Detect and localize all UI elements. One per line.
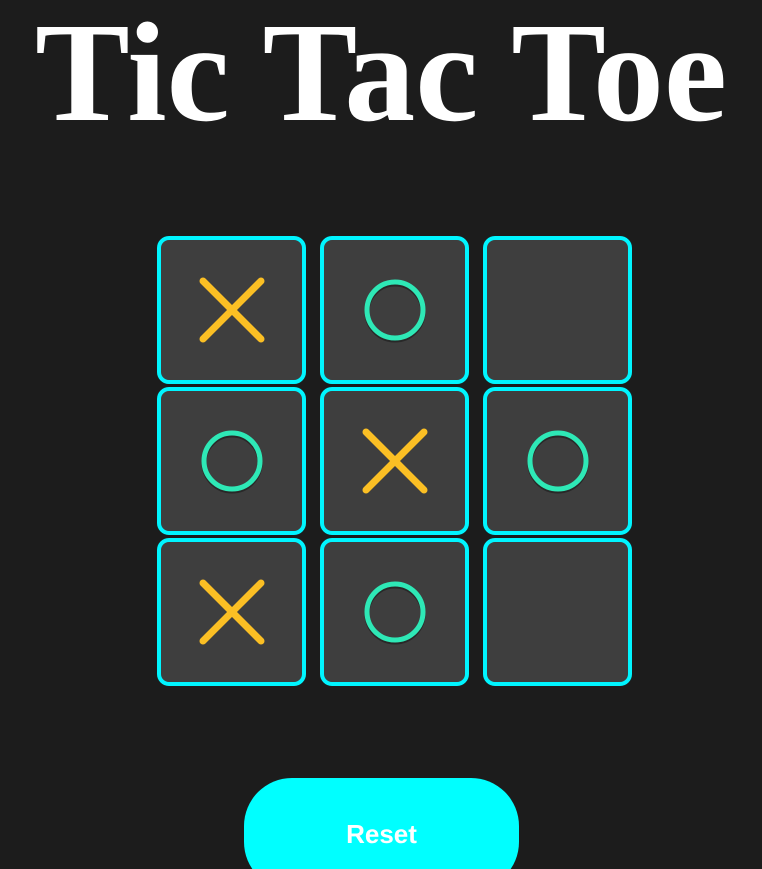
reset-button-label: Reset bbox=[346, 819, 417, 849]
game-page: Tic Tac Toe Reset bbox=[0, 0, 762, 869]
x-mark-icon bbox=[362, 428, 427, 494]
board-cell-9[interactable] bbox=[483, 538, 632, 686]
reset-button[interactable]: Reset bbox=[244, 778, 519, 869]
x-mark-icon bbox=[199, 579, 264, 645]
board-cell-4[interactable] bbox=[157, 387, 306, 535]
x-mark-icon bbox=[199, 277, 264, 343]
board-cell-8[interactable] bbox=[320, 538, 469, 686]
board-cell-1[interactable] bbox=[157, 236, 306, 384]
board-cell-2[interactable] bbox=[320, 236, 469, 384]
board-cell-6[interactable] bbox=[483, 387, 632, 535]
o-mark-icon bbox=[527, 430, 588, 494]
o-mark-icon bbox=[364, 581, 425, 645]
game-board bbox=[157, 236, 632, 686]
board-cell-3[interactable] bbox=[483, 236, 632, 384]
o-mark-icon bbox=[201, 430, 262, 494]
o-mark-icon bbox=[364, 279, 425, 343]
board-cell-5[interactable] bbox=[320, 387, 469, 535]
board-cell-7[interactable] bbox=[157, 538, 306, 686]
page-title: Tic Tac Toe bbox=[35, 0, 727, 151]
